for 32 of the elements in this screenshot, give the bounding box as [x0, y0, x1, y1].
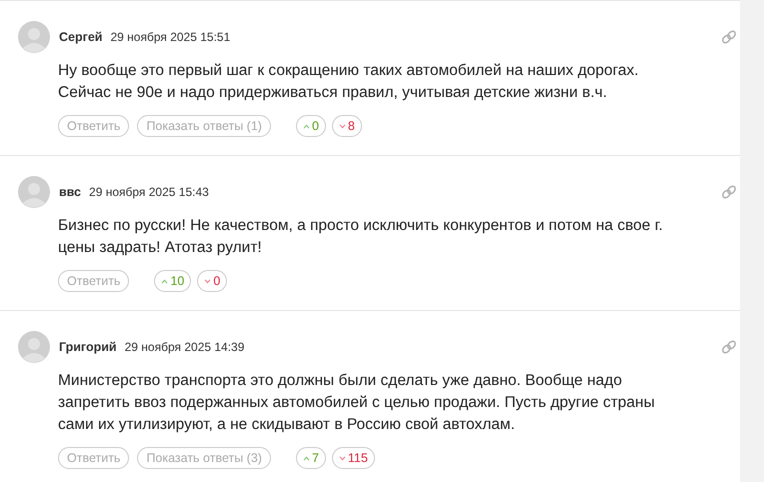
upvote-button[interactable]: 0	[296, 115, 326, 137]
show-replies-button[interactable]: Показать ответы (3)	[137, 447, 271, 469]
upvote-button[interactable]: 10	[154, 270, 192, 292]
avatar-icon	[18, 21, 50, 53]
comment-text: Министерство транспорта это должны были сделать уже давно. Вообще надо запретить ввоз подержанных автомобилей с целью продажи. Пусть другие страны сами их утилизируют, а не скидывают в Россию свой автохлам.	[58, 371, 656, 435]
show-replies-button[interactable]: Показать ответы (1)	[137, 115, 271, 137]
author-name: ввс	[59, 185, 82, 199]
comment-text: Бизнес по русски! Не качеством, а просто исключить конкурентов и потом на свое г. цены задрать! Атотаз рулит!	[58, 216, 664, 258]
chevron-down-icon	[338, 456, 346, 460]
reply-button[interactable]: Ответить	[58, 270, 130, 292]
author-name: Сергей	[59, 30, 102, 44]
reply-button[interactable]: Ответить	[58, 115, 130, 137]
chevron-up-icon	[302, 124, 310, 128]
reply-button[interactable]: Ответить	[58, 447, 130, 469]
comment-date: 29 ноября 2025 15:43	[89, 185, 209, 199]
avatar-icon	[18, 176, 50, 208]
comment-date: 29 ноября 2025 14:39	[124, 340, 244, 354]
chevron-up-icon	[161, 278, 168, 284]
comment-date: 29 ноября 2025 15:51	[110, 30, 230, 44]
author-name: Григорий	[59, 340, 117, 354]
link-icon[interactable]	[720, 338, 738, 356]
chevron-down-icon	[204, 278, 212, 284]
link-icon[interactable]	[720, 28, 738, 46]
upvote-button[interactable]: 7	[296, 447, 326, 469]
chevron-down-icon	[338, 124, 346, 128]
comment-text: Ну вообще это первый шаг к сокращению таких автомобилей на наших дорогах. Сейчас не 90е и надо придерживаться правил, учитывая детские жизни в.ч.	[58, 61, 640, 103]
avatar-icon	[18, 331, 50, 363]
downvote-button[interactable]: 115	[332, 447, 375, 469]
downvote-button[interactable]: 8	[332, 115, 362, 137]
chevron-up-icon	[302, 456, 310, 460]
link-icon[interactable]	[720, 183, 738, 201]
downvote-button[interactable]: 0	[197, 270, 228, 292]
